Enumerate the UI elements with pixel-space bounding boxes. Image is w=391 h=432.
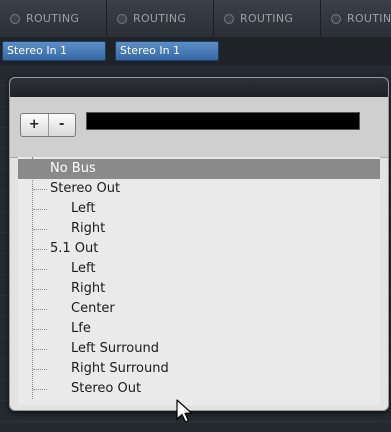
tree-item-5-1-out[interactable]: 5.1 Out	[18, 239, 380, 259]
tree-item-label: Left	[71, 201, 96, 216]
tree-connector	[33, 189, 47, 190]
bus-search-input[interactable]	[86, 112, 360, 130]
routing-slot-4[interactable]: ROUTIN	[321, 0, 391, 37]
tree-item-left[interactable]: Left	[18, 259, 380, 279]
routing-led-icon	[331, 13, 341, 24]
bus-selector-popup: + - No Bus Stereo Out Left Right 5.1 Out	[9, 77, 389, 411]
tree-connector	[33, 389, 47, 390]
expand-all-button[interactable]: +	[21, 114, 49, 136]
routing-led-icon	[224, 13, 234, 24]
routing-label: ROUTING	[26, 12, 80, 25]
tree-connector	[33, 289, 47, 290]
routing-slot-1[interactable]: ROUTING	[0, 0, 107, 37]
routing-slot-2[interactable]: ROUTING	[107, 0, 214, 37]
tree-item-label: Left	[71, 261, 96, 276]
expand-collapse-group: + -	[20, 113, 76, 137]
tree-connector	[33, 209, 47, 210]
tree-item-label: Center	[71, 301, 115, 316]
tree-item-left-surround[interactable]: Left Surround	[18, 339, 380, 359]
routing-bar: ROUTING ROUTING ROUTING ROUTIN	[0, 0, 391, 38]
routing-label: ROUTING	[133, 12, 187, 25]
tree-item-lfe[interactable]: Lfe	[18, 319, 380, 339]
tree-item-label: Lfe	[71, 321, 91, 336]
tree-item-no-bus[interactable]: No Bus	[18, 159, 380, 179]
routing-led-icon	[117, 13, 127, 24]
tree-item-stereo-out-2[interactable]: Stereo Out	[18, 379, 380, 399]
mouse-pointer-icon	[176, 399, 193, 423]
input-routing-button[interactable]: Stereo In 1	[2, 41, 106, 61]
tree-item-label: Right Surround	[71, 361, 169, 376]
tree-connector	[33, 369, 47, 370]
input-routing-button[interactable]: Stereo In 1	[115, 41, 219, 61]
tree-connector	[33, 269, 47, 270]
tree-item-label: 5.1 Out	[50, 241, 99, 256]
tree-item-center[interactable]: Center	[18, 299, 380, 319]
tree-item-label: Stereo Out	[50, 181, 121, 196]
collapse-all-button[interactable]: -	[49, 114, 76, 136]
popup-header	[10, 78, 388, 97]
popup-toolbar: + -	[10, 97, 388, 158]
input-routing-row: Stereo In 1 Stereo In 1	[0, 37, 391, 65]
tree-item-label: No Bus	[50, 161, 96, 176]
tree-connector	[33, 229, 47, 230]
tree-item-right[interactable]: Right	[18, 279, 380, 299]
tree-connector	[33, 309, 47, 310]
tree-item-label: Right	[71, 221, 106, 236]
tree-item-label: Stereo Out	[71, 381, 142, 396]
tree-item-label: Right	[71, 281, 106, 296]
tree-connector	[33, 329, 47, 330]
routing-led-icon	[10, 13, 20, 24]
tree-connector	[33, 349, 47, 350]
bus-tree: No Bus Stereo Out Left Right 5.1 Out Lef…	[18, 157, 380, 405]
tree-item-right-surround[interactable]: Right Surround	[18, 359, 380, 379]
tree-item-label: Left Surround	[71, 341, 159, 356]
routing-label: ROUTING	[240, 12, 294, 25]
tree-item-right[interactable]: Right	[18, 219, 380, 239]
routing-slot-3[interactable]: ROUTING	[214, 0, 321, 37]
tree-connector	[33, 249, 47, 250]
tree-item-stereo-out[interactable]: Stereo Out	[18, 179, 380, 199]
routing-label: ROUTIN	[347, 12, 391, 25]
tree-item-left[interactable]: Left	[18, 199, 380, 219]
